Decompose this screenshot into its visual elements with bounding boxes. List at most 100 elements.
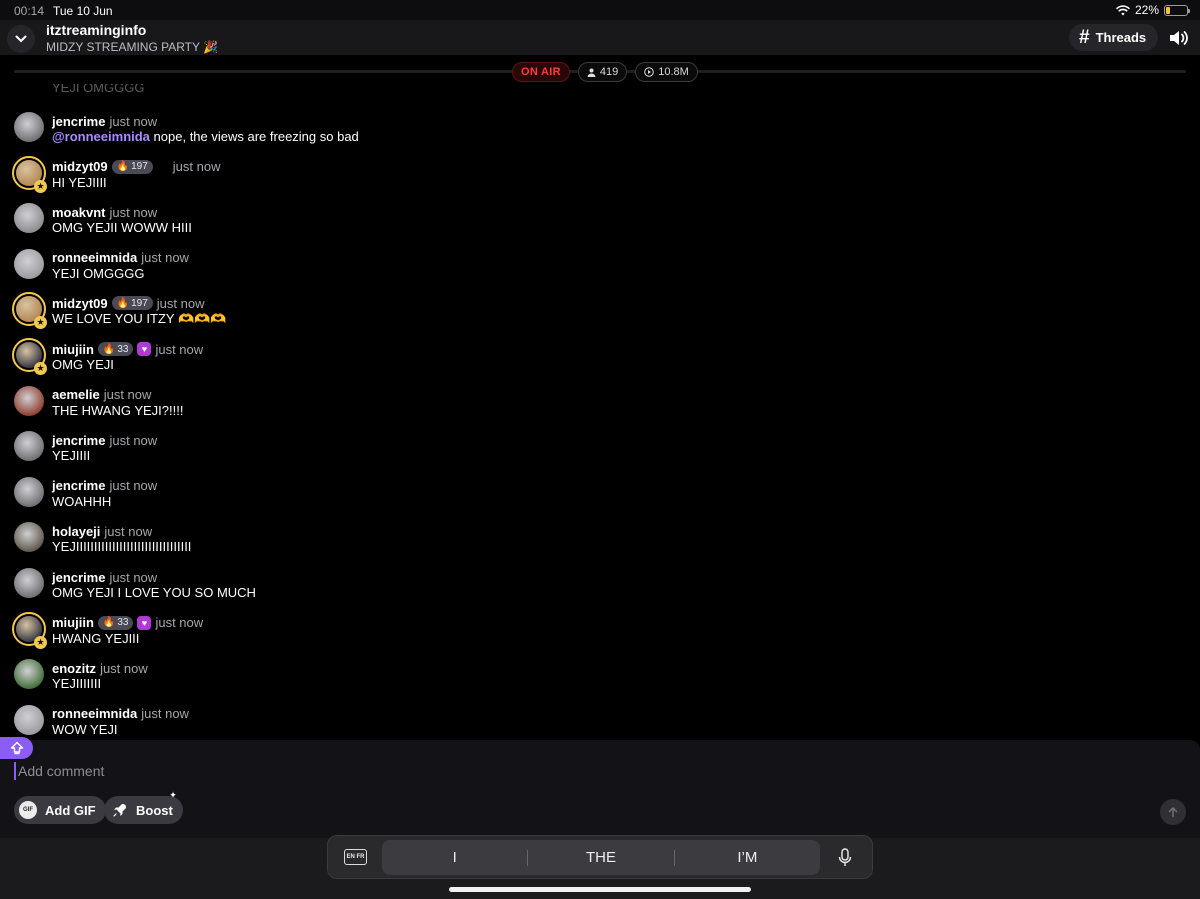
mic-icon[interactable] xyxy=(837,848,853,868)
suggestion-1[interactable]: I xyxy=(382,849,527,866)
message-text: THE HWANG YEJI?!!!! xyxy=(52,403,183,418)
fire-badge: 🔥 33 xyxy=(97,342,134,356)
avatar[interactable] xyxy=(14,522,44,553)
threads-button[interactable]: # Threads xyxy=(1069,24,1159,51)
fire-count: 197 xyxy=(131,297,148,309)
message-time: just now xyxy=(155,615,204,631)
avatar[interactable] xyxy=(14,203,44,234)
avatar[interactable] xyxy=(14,248,44,279)
username[interactable]: enozitz xyxy=(52,661,96,676)
avatar[interactable] xyxy=(14,704,44,735)
chat-message[interactable]: ★ miujiin 🔥 33 ♥ just now OMG YEJI xyxy=(12,338,612,384)
star-icon: ★ xyxy=(34,635,47,649)
chat-message[interactable]: ★ midzyt09 🔥 197 just now WE LOVE YOU ITZY 🫶🫶… xyxy=(12,292,612,338)
message-body: WOAHHH xyxy=(52,493,112,509)
username[interactable]: jencrime xyxy=(52,570,105,585)
collapse-button[interactable] xyxy=(7,25,35,53)
home-indicator[interactable] xyxy=(449,887,751,892)
keyboard-suggestion-bar: EN FR I THE I’M xyxy=(327,835,873,879)
message-text: OMG YEJI I LOVE YOU SO MUCH xyxy=(52,585,256,600)
chat-message[interactable]: moakvnt just now OMG YEJII WOWW HIII xyxy=(12,203,612,247)
volume-button[interactable] xyxy=(1167,27,1189,49)
message-body: WOW YEJI xyxy=(52,721,118,737)
username[interactable]: moakvnt xyxy=(52,205,105,220)
message-time: just now xyxy=(156,295,205,311)
hash-icon: # xyxy=(1079,26,1090,48)
view-count[interactable]: 10.8M xyxy=(635,62,698,82)
message-meta: miujiin 🔥 33 ♥ just now xyxy=(52,614,203,632)
username[interactable]: jencrime xyxy=(52,114,105,129)
chevron-down-icon xyxy=(15,35,27,43)
username[interactable]: holayeji xyxy=(52,524,100,539)
fire-badge: 🔥 33 xyxy=(97,615,134,630)
message-time: just now xyxy=(109,204,158,220)
chat-message[interactable]: jencrime just now YEJIIII xyxy=(12,431,612,475)
add-gif-label: Add GIF xyxy=(45,802,96,818)
battery-icon xyxy=(1164,4,1190,16)
message-meta: ronneeimnida just now xyxy=(52,705,189,723)
chat-message[interactable]: jencrime just now @ronneeimnida nope, the… xyxy=(12,112,612,156)
send-button[interactable] xyxy=(1160,799,1186,825)
message-meta: holayeji just now xyxy=(52,522,152,540)
message-time: just now xyxy=(141,250,189,266)
mention[interactable]: @ronneeimnida xyxy=(52,129,150,144)
suggestion-3[interactable]: I’M xyxy=(675,849,820,866)
boost-button[interactable]: Boost ✦ xyxy=(104,790,183,824)
chat-message[interactable]: aemelie just now THE HWANG YEJI?!!!! xyxy=(12,385,612,430)
username[interactable]: jencrime xyxy=(52,478,105,493)
chat-message[interactable]: jencrime just now OMG YEJI I LOVE YOU SO M… xyxy=(12,568,612,612)
username[interactable]: midzyt09 xyxy=(52,159,108,174)
username[interactable]: aemelie xyxy=(52,387,100,402)
chat-message[interactable]: ★ miujiin 🔥 33 ♥ just now HWANG YEJIII xyxy=(12,611,612,658)
fire-badge: 🔥 197 xyxy=(111,159,153,174)
username[interactable]: ronneeimnida xyxy=(52,250,137,265)
message-meta: miujiin 🔥 33 ♥ just now xyxy=(52,340,203,358)
avatar[interactable] xyxy=(14,659,44,690)
chat-message[interactable]: ★ midzyt09 🔥 197 just now HI YEJIIII xyxy=(12,155,612,202)
language-switch-icon[interactable]: EN FR xyxy=(344,849,367,865)
chat-message[interactable]: holayeji just now YEJIIIIIIIIIIIIIIIIIIIII… xyxy=(12,522,612,566)
message-text: @ronneeimnida nope, the views are freezi… xyxy=(52,129,359,144)
chat-message[interactable]: ronneeimnida just now YEJI OMGGGG xyxy=(12,248,612,293)
add-gif-button[interactable]: GIF Add GIF xyxy=(14,796,106,824)
chat-message[interactable]: enozitz just now YEJIIIIIII xyxy=(12,659,612,703)
header: itztreaminginfo MIDZY STREAMING PARTY 🎉 … xyxy=(0,20,1200,55)
upgrade-button[interactable] xyxy=(0,737,33,759)
username[interactable]: jencrime xyxy=(52,433,105,448)
channel-name[interactable]: itztreaminginfo xyxy=(46,22,146,38)
stream-stats: ON AIR 419 10.8M xyxy=(512,62,698,82)
message-time: just now xyxy=(103,387,152,403)
viewer-count[interactable]: 419 xyxy=(577,62,628,82)
boost-label: Boost xyxy=(136,802,173,818)
message-body: HI YEJIIII xyxy=(52,174,107,190)
gif-icon: GIF xyxy=(19,801,37,819)
message-body: YEJIIIIIIIIIIIIIIIIIIIIIIIIIIIIIIII xyxy=(52,539,192,555)
star-icon: ★ xyxy=(34,179,47,193)
avatar[interactable] xyxy=(14,112,44,142)
chat-list[interactable]: YEJI OMGGGG jencrime just now @ronneeimni… xyxy=(0,84,1200,740)
username[interactable]: miujiin xyxy=(52,615,94,630)
username[interactable]: miujiin xyxy=(52,342,94,357)
avatar[interactable] xyxy=(14,385,44,416)
chat-message[interactable]: ronneeimnida just now WOW YEJI xyxy=(12,704,612,740)
message-body: OMG YEJII WOWW HIII xyxy=(52,220,192,236)
message-meta: midzyt09 🔥 197 just now xyxy=(52,158,220,176)
username[interactable]: ronneeimnida xyxy=(52,706,137,721)
message-body: HWANG YEJIII xyxy=(52,630,140,646)
message-time: just now xyxy=(172,159,221,175)
suggestion-2[interactable]: THE xyxy=(528,849,673,866)
message-body: OMG YEJI I LOVE YOU SO MUCH xyxy=(52,585,256,600)
comment-input[interactable] xyxy=(14,762,1114,780)
avatar[interactable] xyxy=(14,568,44,598)
chat-message[interactable]: jencrime just now WOAHHH xyxy=(12,476,612,521)
message-meta: midzyt09 🔥 197 just now xyxy=(52,294,204,312)
fire-count: 33 xyxy=(117,617,129,629)
message-time: just now xyxy=(104,523,153,539)
username[interactable]: midzyt09 xyxy=(52,296,108,311)
message-time: just now xyxy=(109,569,158,585)
message-body: THE HWANG YEJI?!!!! xyxy=(52,402,184,418)
rocket-icon xyxy=(113,804,126,817)
avatar[interactable] xyxy=(14,476,44,507)
on-air-badge: ON AIR xyxy=(512,62,570,82)
avatar[interactable] xyxy=(14,431,44,462)
